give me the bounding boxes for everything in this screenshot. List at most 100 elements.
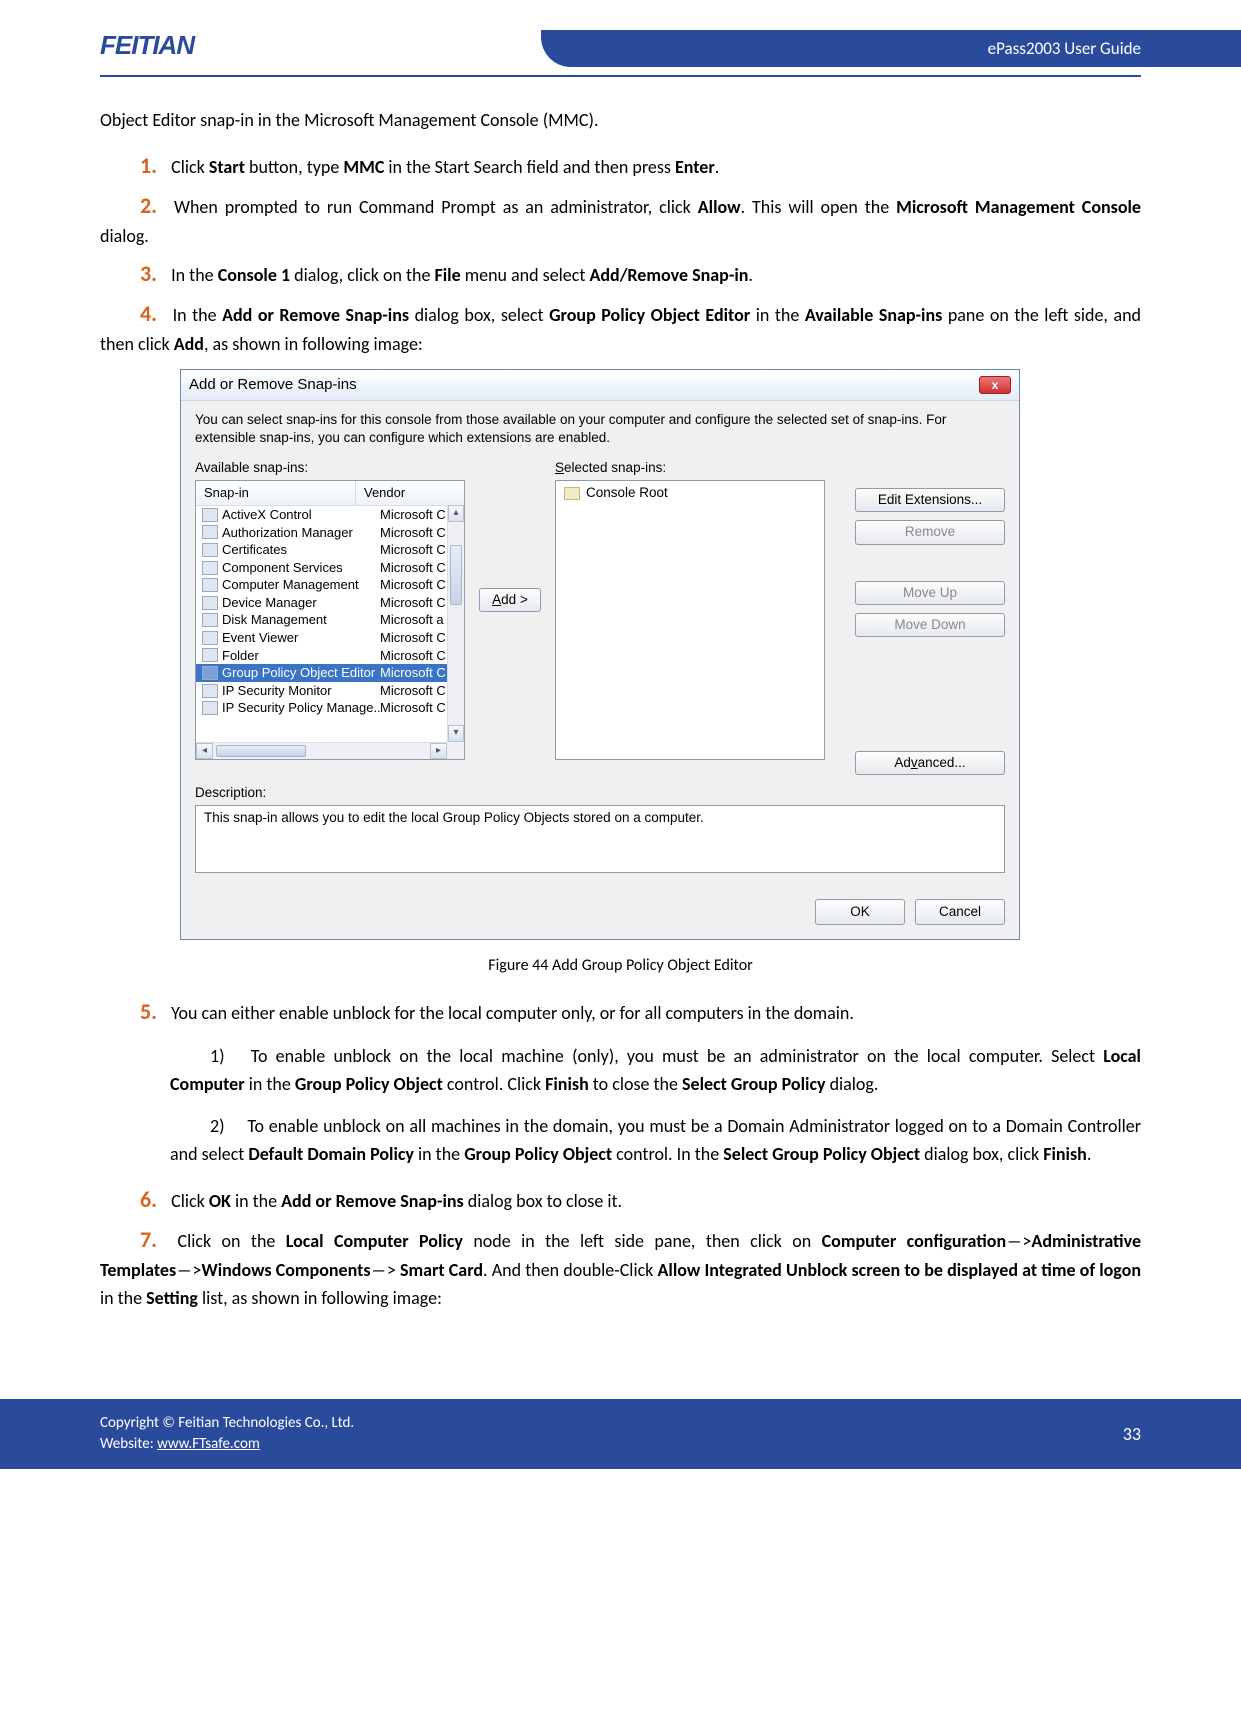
text: menu and select [461,264,590,286]
step-5: 5. You can either enable unblock for the… [100,995,1141,1029]
text: dialog box, click [920,1143,1043,1165]
col-vendor[interactable]: Vendor [356,481,464,505]
dialog-titlebar: Add or Remove Snap-ins x [181,370,1019,401]
list-item[interactable]: CertificatesMicrosoft C [196,541,464,559]
bold: Microsoft Management Console [896,196,1141,218]
vertical-scrollbar[interactable]: ▴ ▾ [447,505,464,742]
selected-listbox[interactable]: Console Root [555,480,825,760]
add-button-label: dd > [501,592,528,607]
text: in the [231,1190,281,1212]
available-listbox[interactable]: Snap-in Vendor ActiveX ControlMicrosoft … [195,480,465,760]
header-banner: ePass2003 User Guide [541,30,1241,67]
scroll-up-icon[interactable]: ▴ [448,505,464,522]
text: Click [171,156,209,178]
dialog-footer: OK Cancel [181,887,1019,939]
text: in the [100,1287,146,1309]
list-item[interactable]: FolderMicrosoft C [196,647,464,665]
step-number: 4. [140,297,157,331]
list-item[interactable]: IP Security Policy Manage...Microsoft C [196,699,464,717]
close-icon[interactable]: x [979,376,1011,394]
bold: Group Policy Object Editor [549,304,750,326]
selected-item-label: Console Root [586,485,668,501]
dialog-description: You can select snap-ins for this console… [195,411,1005,446]
bold: Smart Card [400,1259,483,1281]
website-link[interactable]: www.FTsafe.com [157,1435,260,1453]
scroll-left-icon[interactable]: ◂ [196,743,213,759]
figure-caption: Figure 44 Add Group Policy Object Editor [100,954,1141,979]
add-button[interactable]: Add > [479,588,541,612]
bold: Select Group Policy Object [723,1143,920,1165]
dialog-body: You can select snap-ins for this console… [181,401,1019,887]
list-item[interactable]: Computer ManagementMicrosoft C [196,576,464,594]
remove-button[interactable]: Remove [855,520,1005,544]
cancel-button[interactable]: Cancel [915,899,1005,925]
bold: Allow [698,196,741,218]
page-header: FEITIAN ePass2003 User Guide [0,0,1241,67]
list-item[interactable]: Event ViewerMicrosoft C [196,629,464,647]
copyright-text: Copyright © Feitian Technologies Co., Lt… [100,1413,354,1434]
text: in the [245,1073,295,1095]
list-item[interactable]: Console Root [564,485,816,501]
step-1: 1. Click Start button, type MMC in the S… [100,149,1141,183]
bold: Enter [675,156,715,178]
description-box: This snap-in allows you to edit the loca… [195,805,1005,873]
text: dialog. [826,1073,879,1095]
list-item[interactable]: ActiveX ControlMicrosoft C [196,506,464,524]
scroll-right-icon[interactable]: ▸ [430,743,447,759]
figure-44: Add or Remove Snap-ins x You can select … [180,369,1141,940]
step-4: 4. In the Add or Remove Snap-ins dialog … [100,297,1141,359]
text: Click on the [177,1230,285,1252]
snapin-name: Computer Management [222,577,380,593]
text: ―> [1006,1230,1031,1252]
snapin-icon [202,648,218,662]
bold: Add or Remove Snap-ins [281,1190,464,1212]
scroll-thumb[interactable] [450,545,462,605]
step-number: 3. [140,257,157,291]
list-item[interactable]: Disk ManagementMicrosoft a [196,611,464,629]
step-5-sub-2: 2) To enable unblock on all machines in … [170,1113,1141,1169]
list-item[interactable]: Device ManagerMicrosoft C [196,594,464,612]
scroll-down-icon[interactable]: ▾ [448,725,464,742]
page-content: Object Editor snap-in in the Microsoft M… [0,77,1241,1349]
snapin-icon [202,578,218,592]
snapin-icon [202,508,218,522]
text: . And then double-Click [483,1259,657,1281]
step-number: 2. [140,189,157,223]
text: , as shown in following image: [204,333,423,355]
snapin-icon [202,561,218,575]
col-snapin[interactable]: Snap-in [196,481,356,505]
edit-extensions-button[interactable]: Edit Extensions... [855,488,1005,512]
selected-label: Selected snap-ins: [555,460,845,476]
bold: Console 1 [218,264,290,286]
move-down-button[interactable]: Move Down [855,613,1005,637]
scroll-thumb-h[interactable] [216,745,306,757]
text: in the Start Search field and then press [384,156,675,178]
list-item[interactable]: Group Policy Object EditorMicrosoft C [196,664,464,682]
brand-logo: FEITIAN [100,30,194,61]
text: in the [750,304,805,326]
bold: Add or Remove Snap-ins [222,304,409,326]
text: To enable unblock on the local machine (… [251,1045,1103,1067]
dialog-title: Add or Remove Snap-ins [189,376,357,394]
horizontal-scrollbar[interactable]: ◂ ▸ [196,742,447,759]
selected-column: Selected snap-ins: Console Root [555,460,845,760]
bold: Windows Components [201,1259,370,1281]
text: control. In the [612,1143,723,1165]
list-item[interactable]: IP Security MonitorMicrosoft C [196,682,464,700]
page-number: 33 [1123,1423,1141,1445]
ok-button[interactable]: OK [815,899,905,925]
step-7: 7. Click on the Local Computer Policy no… [100,1223,1141,1313]
website-label: Website: [100,1435,157,1453]
substep-number: 1) [210,1043,225,1071]
website-line: Website: www.FTsafe.com [100,1434,354,1455]
list-item[interactable]: Authorization ManagerMicrosoft C [196,524,464,542]
text: . [1087,1143,1092,1165]
substep-number: 2) [210,1113,225,1141]
move-up-button[interactable]: Move Up [855,581,1005,605]
advanced-button[interactable]: Advanced... [855,751,1005,775]
snapin-icon [202,525,218,539]
bold: Local Computer Policy [286,1230,463,1252]
bold: Add [174,333,204,355]
folder-icon [564,487,580,500]
list-item[interactable]: Component ServicesMicrosoft C [196,559,464,577]
